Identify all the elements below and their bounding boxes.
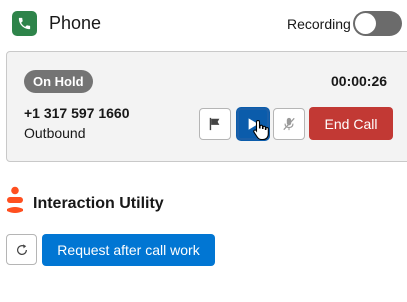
refresh-icon — [16, 243, 27, 255]
mute-button[interactable] — [273, 108, 305, 140]
phone-icon-glyph — [18, 17, 31, 30]
recording-toggle[interactable] — [353, 11, 402, 36]
phone-number: +1 317 597 1660 — [24, 105, 130, 121]
call-direction: Outbound — [24, 125, 86, 141]
request-after-call-work-button[interactable]: Request after call work — [42, 234, 215, 266]
page-title: Phone — [49, 13, 102, 33]
recording-label: Recording — [287, 16, 351, 32]
flag-icon — [209, 117, 220, 131]
call-timer: 00:00:26 — [331, 73, 388, 89]
genesys-logo-icon — [7, 186, 23, 213]
phone-header: Phone Recording — [12, 10, 402, 38]
phone-icon — [12, 11, 37, 36]
play-icon — [248, 118, 259, 130]
active-call-card: On Hold 00:00:26 +1 317 597 1660 Outboun… — [6, 51, 407, 162]
status-badge: On Hold — [24, 70, 93, 93]
mute-microphone-icon — [283, 117, 295, 131]
toggle-knob — [355, 13, 376, 34]
resume-call-button[interactable] — [237, 108, 269, 140]
refresh-button[interactable] — [6, 234, 37, 265]
section-title: Interaction Utility — [33, 195, 164, 212]
end-call-button[interactable]: End Call — [309, 107, 393, 140]
flag-button[interactable] — [199, 108, 231, 140]
